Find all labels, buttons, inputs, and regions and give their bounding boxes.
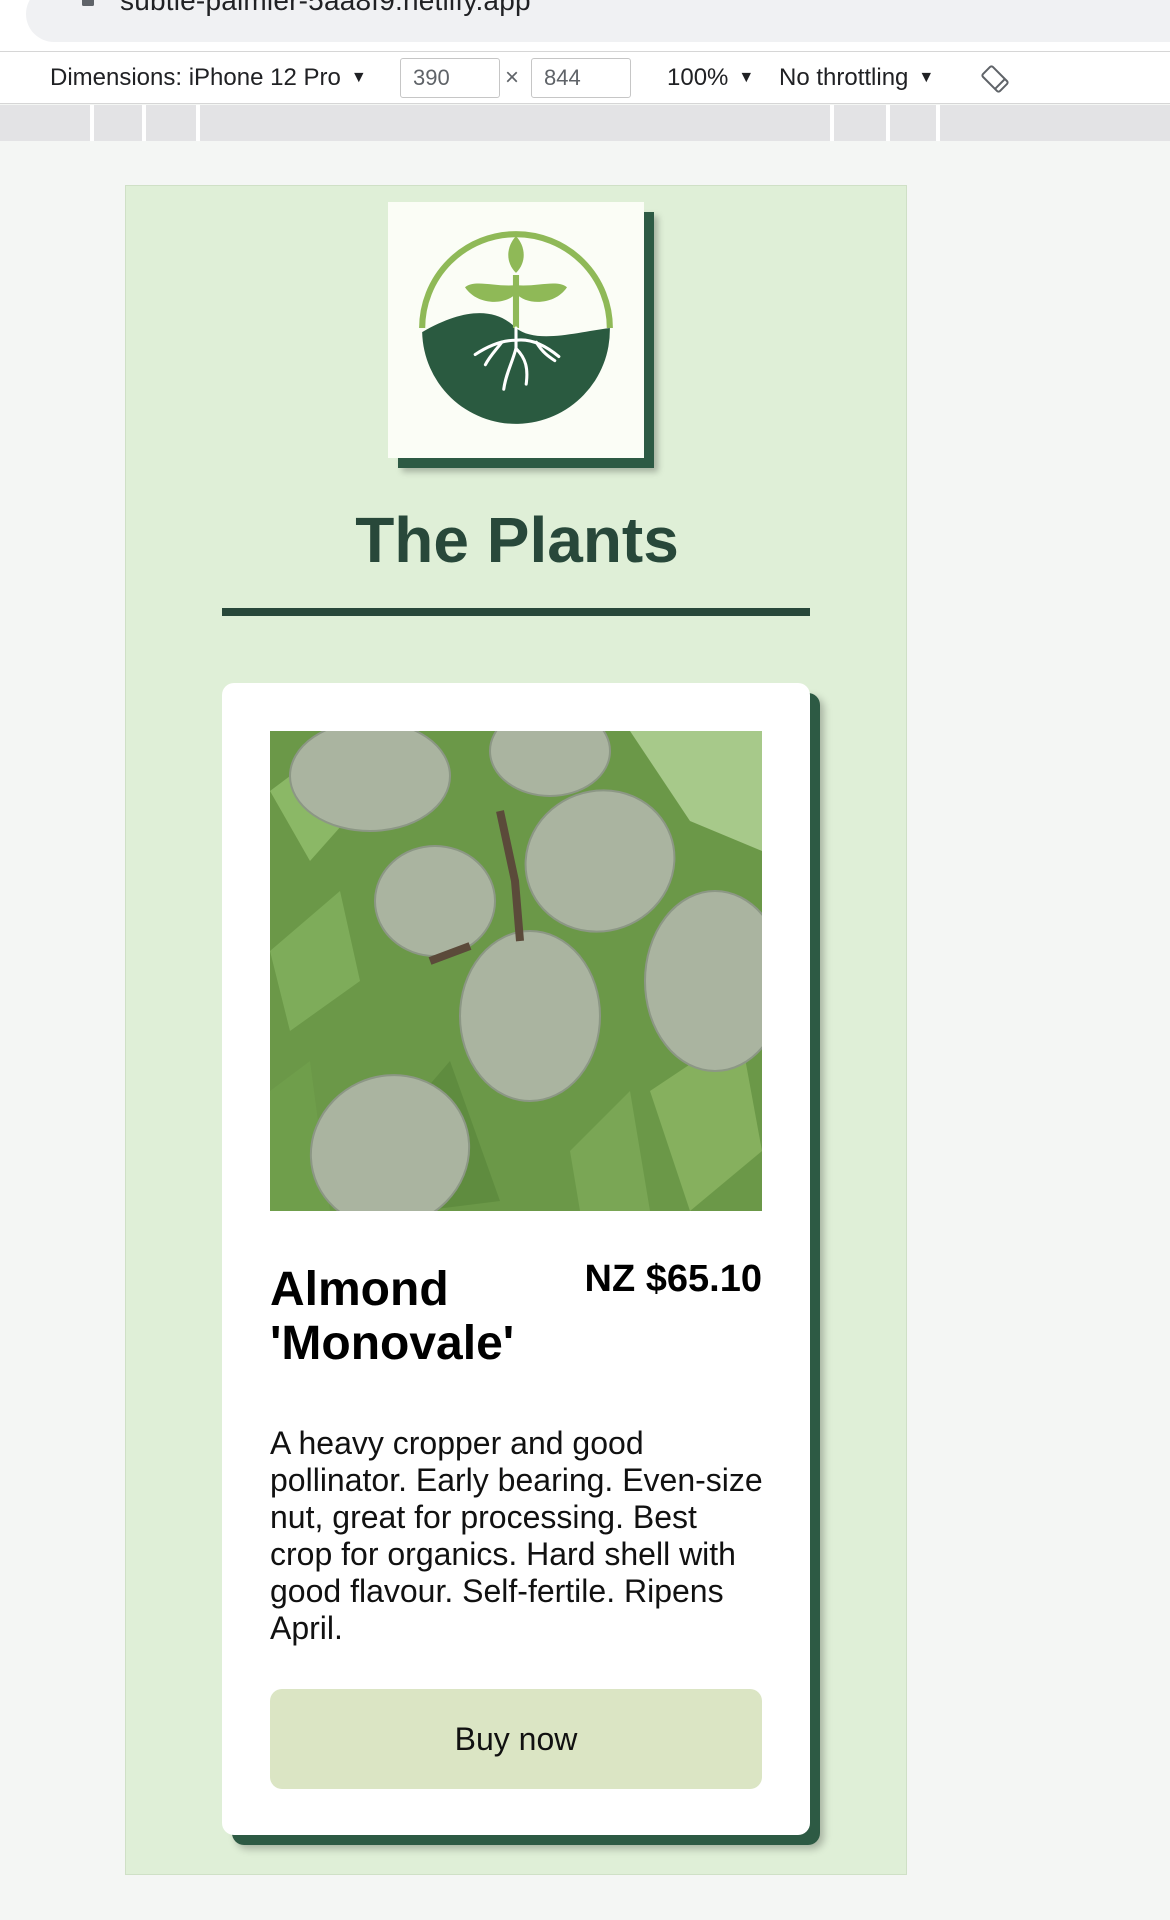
browser-url-bar: subtle-palmier-5aa8f9.netlify.app <box>0 0 1170 52</box>
plant-logo-icon <box>419 231 613 424</box>
logo-card <box>388 202 644 458</box>
zoom-label: 100% <box>667 64 729 91</box>
zoom-dropdown[interactable]: 100% ▼ <box>667 64 754 92</box>
product-price: NZ $65.10 <box>584 1258 762 1300</box>
url-text: subtle-palmier-5aa8f9.netlify.app <box>120 0 531 16</box>
product-name: Almond 'Monovale' <box>270 1263 515 1370</box>
ruler-divider <box>90 105 94 141</box>
address-field[interactable]: subtle-palmier-5aa8f9.netlify.app <box>26 0 1170 42</box>
width-input[interactable]: 390 <box>400 58 500 98</box>
dropdown-caret-icon: ▼ <box>350 69 367 86</box>
throttling-dropdown[interactable]: No throttling ▼ <box>779 64 934 92</box>
title-divider <box>222 608 810 616</box>
lock-icon <box>82 0 94 6</box>
ruler-divider <box>830 105 834 141</box>
ruler-divider <box>196 105 200 141</box>
ruler-divider <box>936 105 940 141</box>
product-image <box>270 731 762 1211</box>
device-toolbar: Dimensions: iPhone 12 Pro ▼ 390 × 844 100… <box>0 52 1170 104</box>
height-input[interactable]: 844 <box>531 58 631 98</box>
dimensions-dropdown[interactable]: Dimensions: iPhone 12 Pro ▼ <box>50 64 367 92</box>
page-panel: The Plants Almond 'Monovale' NZ $65.10 A… <box>125 185 907 1875</box>
product-card: Almond 'Monovale' NZ $65.10 A heavy crop… <box>222 683 810 1835</box>
dropdown-caret-icon: ▼ <box>918 69 935 86</box>
dropdown-caret-icon: ▼ <box>738 69 755 86</box>
ruler-divider <box>142 105 146 141</box>
site-title: The Plants <box>355 504 679 576</box>
rotate-device-icon[interactable] <box>980 64 1010 94</box>
buy-now-button[interactable]: Buy now <box>270 1689 762 1789</box>
throttling-label: No throttling <box>779 64 909 91</box>
media-query-ruler <box>0 105 1170 141</box>
dimensions-label: Dimensions: iPhone 12 Pro <box>50 64 341 91</box>
times-symbol: × <box>505 64 520 91</box>
ruler-divider <box>886 105 890 141</box>
product-description: A heavy cropper and good pollinator. Ear… <box>270 1425 763 1646</box>
